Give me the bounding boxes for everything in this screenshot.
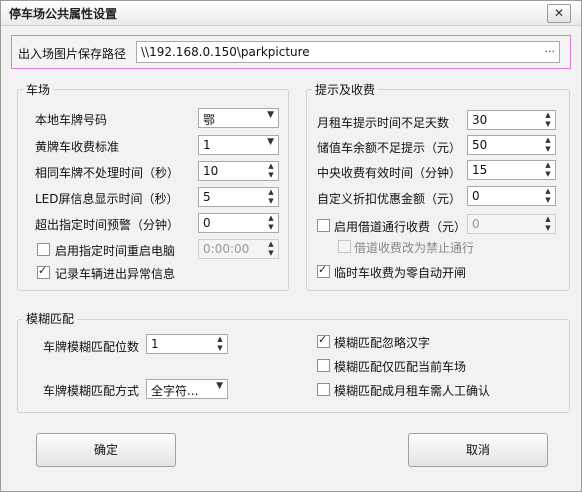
overtime-warn-label: 超出指定时间预警（分钟） [35, 218, 180, 232]
central-valid-label: 中央收费有效时间（分钟） [317, 166, 462, 180]
same-plate-spinner[interactable]: 10 ▲ ▼ [198, 161, 279, 181]
balance-label: 储值车余额不足提示（元） [317, 141, 462, 155]
fuzzy-mode-value: 全字符... [151, 384, 199, 398]
record-abnormal-label: 记录车辆进出异常信息 [55, 267, 176, 281]
settings-dialog: 停车场公共属性设置 ✕ 出入场图片保存路径 \\192.168.0.150\pa… [0, 0, 582, 492]
custom-discount-value: 0 [472, 189, 480, 203]
lane-fee-checkbox[interactable] [317, 219, 330, 232]
chevron-down-icon: ▼ [267, 110, 274, 120]
central-valid-spinner[interactable]: 15 ▲ ▼ [467, 160, 556, 180]
yellow-fee-value: 1 [203, 138, 211, 152]
spinner-arrows-icon[interactable]: ▲ ▼ [266, 214, 276, 232]
fuzzy-mode-label: 车牌模糊匹配方式 [43, 384, 140, 398]
fuzzy-digits-label: 车牌模糊匹配位数 [43, 340, 140, 354]
title-bar: 停车场公共属性设置 ✕ [1, 1, 581, 26]
lane-forbid-label: 借道收费改为禁止通行 [354, 241, 475, 255]
browse-button[interactable]: ··· [545, 45, 556, 58]
close-button[interactable]: ✕ [547, 4, 571, 23]
central-valid-value: 15 [472, 163, 488, 177]
current-lot-label: 模糊匹配仅匹配当前车场 [334, 360, 467, 374]
restart-time-spinner[interactable]: 0:00:00 ▲ ▼ [198, 239, 279, 259]
balance-spinner[interactable]: 50 ▲ ▼ [467, 135, 556, 155]
led-time-label: LED屏信息显示时间（秒） [35, 192, 179, 206]
parking-group-title: 车场 [23, 81, 54, 98]
monthly-days-value: 30 [472, 113, 488, 127]
picture-path-label: 出入场图片保存路径 [18, 47, 127, 61]
ignore-chinese-checkbox[interactable] [317, 333, 330, 348]
lane-forbid-checkbox[interactable] [338, 240, 351, 253]
overtime-warn-spinner[interactable]: 0 ▲ ▼ [198, 213, 279, 233]
ignore-chinese-label: 模糊匹配忽略汉字 [334, 336, 431, 350]
led-time-value: 5 [203, 190, 211, 204]
plate-prefix-value: 鄂 [203, 113, 216, 127]
balance-value: 50 [472, 138, 488, 152]
fuzzy-mode-select[interactable]: 全字符... ▼ [146, 379, 228, 399]
fuzzy-group-title: 模糊匹配 [23, 310, 78, 327]
monthly-confirm-label: 模糊匹配成月租车需人工确认 [334, 384, 491, 398]
lane-fee-spinner[interactable]: 0 ▲ ▼ [467, 214, 556, 234]
picture-path-value: \\192.168.0.150\parkpicture [141, 45, 310, 59]
monthly-days-spinner[interactable]: 30 ▲ ▼ [467, 110, 556, 130]
temp-zero-open-label: 临时车收费为零自动开闸 [334, 266, 467, 280]
record-abnormal-checkbox[interactable] [37, 264, 50, 279]
monthly-confirm-checkbox[interactable] [317, 383, 330, 396]
chevron-down-icon: ▼ [216, 381, 223, 391]
picture-path-row: 出入场图片保存路径 \\192.168.0.150\parkpicture ··… [11, 35, 571, 69]
spinner-arrows-icon[interactable]: ▲ ▼ [215, 335, 225, 353]
custom-discount-label: 自定义折扣优惠金额（元） [317, 192, 462, 206]
yellow-fee-label: 黄牌车收费标准 [35, 140, 120, 154]
spinner-arrows-icon[interactable]: ▲ ▼ [266, 162, 276, 180]
spinner-arrows-icon[interactable]: ▲ ▼ [543, 215, 553, 233]
same-plate-label: 相同车牌不处理时间（秒） [35, 166, 180, 180]
spinner-arrows-icon[interactable]: ▲ ▼ [543, 136, 553, 154]
custom-discount-spinner[interactable]: 0 ▲ ▼ [467, 186, 556, 206]
fuzzy-digits-spinner[interactable]: 1 ▲ ▼ [146, 334, 228, 354]
spinner-arrows-icon[interactable]: ▲ ▼ [543, 161, 553, 179]
spinner-arrows-icon[interactable]: ▲ ▼ [266, 240, 276, 258]
picture-path-input[interactable]: \\192.168.0.150\parkpicture ··· [136, 41, 560, 63]
current-lot-checkbox[interactable] [317, 359, 330, 372]
plate-prefix-label: 本地车牌号码 [35, 113, 108, 127]
lane-fee-value: 0 [472, 217, 480, 231]
cancel-button[interactable]: 取消 [408, 433, 548, 467]
spinner-arrows-icon[interactable]: ▲ ▼ [266, 188, 276, 206]
monthly-days-label: 月租车提示时间不足天数 [317, 116, 450, 130]
led-time-spinner[interactable]: 5 ▲ ▼ [198, 187, 279, 207]
ok-button[interactable]: 确定 [36, 433, 176, 467]
same-plate-value: 10 [203, 164, 219, 178]
restart-checkbox[interactable] [37, 243, 50, 256]
plate-prefix-select[interactable]: 鄂 ▼ [198, 108, 279, 128]
lane-fee-label: 启用借道通行收费（元） [334, 220, 467, 234]
spinner-arrows-icon[interactable]: ▲ ▼ [543, 187, 553, 205]
fuzzy-digits-value: 1 [151, 337, 159, 351]
restart-time-value: 0:00:00 [203, 242, 250, 256]
dialog-title: 停车场公共属性设置 [9, 7, 118, 21]
chevron-down-icon: ▼ [267, 137, 274, 147]
yellow-fee-select[interactable]: 1 ▼ [198, 135, 279, 155]
restart-label: 启用指定时间重启电脑 [55, 244, 176, 258]
spinner-arrows-icon[interactable]: ▲ ▼ [543, 111, 553, 129]
temp-zero-open-checkbox[interactable] [317, 263, 330, 278]
reminder-group-title: 提示及收费 [312, 81, 379, 98]
overtime-warn-value: 0 [203, 216, 211, 230]
